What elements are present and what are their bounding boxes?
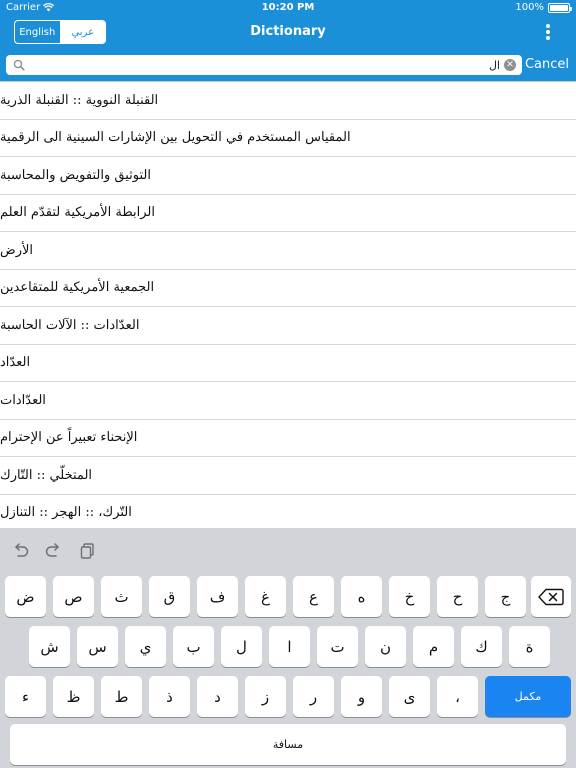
return-key[interactable]: مكمل [485,676,571,717]
list-item-label: الجمعية الأمريكية للمتقاعدين [0,280,155,296]
space-key[interactable]: مسافة [10,724,566,765]
navigation-bar: English عربي Dictionary [0,15,576,49]
key-qaf[interactable]: ق [149,576,190,617]
list-item[interactable]: التّرك، :: الهجر :: التنازل [0,495,576,529]
key-hah[interactable]: ح [437,576,478,617]
key-theh[interactable]: ث [101,576,142,617]
key-yeh[interactable]: ي [125,626,166,667]
search-icon [13,59,25,71]
list-item[interactable]: الأرض [0,232,576,270]
key-arabic-comma[interactable]: ، [437,676,478,717]
list-item-label: القنبلة النووية :: القنبلة الذرية [0,92,159,108]
key-feh[interactable]: ف [197,576,238,617]
search-field: ✕ [6,55,522,75]
key-sad[interactable]: ص [53,576,94,617]
list-item[interactable]: العدّادات [0,382,576,420]
list-item[interactable]: الإنحناء تعبيراً عن الإحترام [0,420,576,457]
key-ain[interactable]: ع [293,576,334,617]
keyboard-shortcut-bar [0,528,576,572]
paste-icon[interactable] [78,541,98,561]
key-meem[interactable]: م [413,626,454,667]
list-item[interactable]: التوثيق والتفويض والمحاسبة [0,157,576,195]
search-bar: ✕ Cancel [0,49,576,81]
battery-indicator: 100% [515,2,572,13]
battery-percent: 100% [515,2,544,13]
key-seen[interactable]: س [77,626,118,667]
key-khah[interactable]: خ [389,576,430,617]
key-heh[interactable]: ه [341,576,382,617]
key-beh[interactable]: ب [173,626,214,667]
key-lam[interactable]: ل [221,626,262,667]
clock: 10:20 PM [261,2,315,13]
list-item-label: الأرض [0,242,34,258]
results-list: القنبلة النووية :: القنبلة الذرية المقيا… [0,81,576,528]
page-title: Dictionary [250,24,326,39]
list-item[interactable]: المتخلّي :: التّارك [0,457,576,495]
backspace-key[interactable] [531,576,571,617]
list-item[interactable]: المقياس المستخدم في التحويل بين الإشارات… [0,120,576,157]
list-item-label: الرابطة الأمريكية لتقدّم العلم [0,205,155,221]
key-sheen[interactable]: ش [29,626,70,667]
list-item-label: العدّادات :: الآلات الحاسبة [0,317,140,333]
key-alef[interactable]: ا [269,626,310,667]
list-item-label: العدّاد [0,355,31,371]
list-item-label: العدّادات [0,392,46,408]
cancel-button[interactable]: Cancel [525,57,569,72]
key-teh[interactable]: ت [317,626,358,667]
list-item[interactable]: العدّاد [0,345,576,382]
list-item[interactable]: القنبلة النووية :: القنبلة الذرية [0,82,576,120]
key-waw[interactable]: و [341,676,382,717]
list-item-label: المقياس المستخدم في التحويل بين الإشارات… [0,130,351,146]
key-kaf[interactable]: ك [461,626,502,667]
key-zah[interactable]: ظ [53,676,94,717]
more-options-button[interactable] [544,22,552,42]
status-bar: Carrier 10:20 PM 100% [0,0,576,15]
key-hamza[interactable]: ء [5,676,46,717]
clear-search-icon[interactable]: ✕ [504,59,516,71]
key-jeem[interactable]: ج [485,576,526,617]
key-ghain[interactable]: غ [245,576,286,617]
search-input[interactable] [30,55,500,75]
key-thal[interactable]: ذ [149,676,190,717]
redo-icon[interactable] [44,541,64,561]
key-teh-marbuta[interactable]: ة [509,626,550,667]
key-dal[interactable]: د [197,676,238,717]
battery-icon [548,2,572,13]
list-item-label: المتخلّي :: التّارك [0,467,93,483]
key-reh[interactable]: ر [293,676,334,717]
list-item-label: التوثيق والتفويض والمحاسبة [0,167,151,183]
list-item-label: التّرك، :: الهجر :: التنازل [0,505,132,521]
backspace-icon [538,588,564,605]
list-item-label: الإنحناء تعبيراً عن الإحترام [0,430,138,446]
list-item[interactable]: العدّادات :: الآلات الحاسبة [0,307,576,345]
undo-icon[interactable] [10,541,30,561]
more-vertical-icon [546,24,550,28]
list-item[interactable]: الجمعية الأمريكية للمتقاعدين [0,270,576,307]
keyboard: ض ص ث ق ف غ ع ه خ ح ج ش س ي ب ل ا ت ن م … [0,528,576,768]
key-dad[interactable]: ض [5,576,46,617]
key-tah[interactable]: ط [101,676,142,717]
key-alef-maksura[interactable]: ى [389,676,430,717]
key-zain[interactable]: ز [245,676,286,717]
key-noon[interactable]: ن [365,626,406,667]
list-item[interactable]: الرابطة الأمريكية لتقدّم العلم [0,195,576,232]
